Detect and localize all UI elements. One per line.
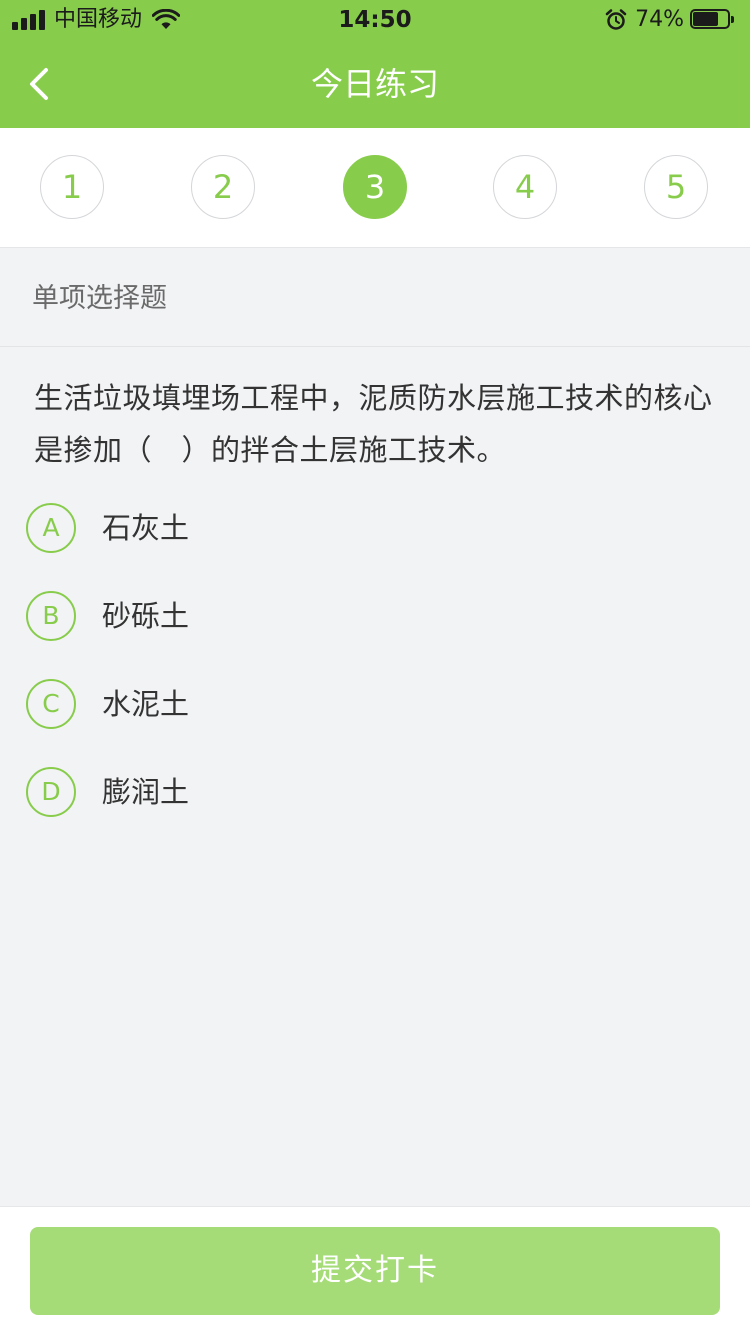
battery-icon	[690, 9, 736, 31]
question-number-1[interactable]: 1	[40, 155, 104, 219]
question-number-3[interactable]: 3	[343, 155, 407, 219]
question-type-section: 单项选择题	[0, 248, 750, 347]
question-type-label: 单项选择题	[32, 283, 167, 314]
option-d[interactable]: D 膨润土	[0, 760, 750, 830]
screen: 中国移动 14:50 74% 今日练习 1 2 3 4 5 单项选择题 生活垃圾…	[0, 0, 750, 1334]
footer: 提交打卡	[0, 1206, 750, 1334]
option-text: 石灰土	[102, 511, 190, 545]
option-a[interactable]: A 石灰土	[0, 496, 750, 566]
question-number-4[interactable]: 4	[493, 155, 557, 219]
option-letter: D	[26, 767, 76, 817]
status-bar-right: 74%	[605, 6, 736, 34]
status-bar: 中国移动 14:50 74%	[0, 0, 750, 40]
alarm-icon	[605, 9, 627, 30]
option-c[interactable]: C 水泥土	[0, 672, 750, 742]
submit-button[interactable]: 提交打卡	[30, 1227, 720, 1315]
nav-bar: 今日练习	[0, 40, 750, 128]
option-letter: A	[26, 503, 76, 553]
page-title: 今日练习	[310, 65, 439, 103]
battery-level-fill	[693, 12, 719, 26]
question-text: 生活垃圾填埋场工程中，泥质防水层施工技术的核心是掺加（ ）的拌合土层施工技术。	[34, 381, 713, 467]
option-letter: C	[26, 679, 76, 729]
question-number-5[interactable]: 5	[644, 155, 708, 219]
question-number-2[interactable]: 2	[191, 155, 255, 219]
option-letter: B	[26, 591, 76, 641]
question-number-strip: 1 2 3 4 5	[0, 128, 750, 248]
battery-percent: 74%	[635, 7, 684, 32]
top-bar: 中国移动 14:50 74% 今日练习	[0, 0, 750, 128]
option-b[interactable]: B 砂砾土	[0, 584, 750, 654]
option-text: 膨润土	[102, 775, 190, 809]
option-text: 水泥土	[102, 687, 190, 721]
option-text: 砂砾土	[102, 599, 190, 633]
